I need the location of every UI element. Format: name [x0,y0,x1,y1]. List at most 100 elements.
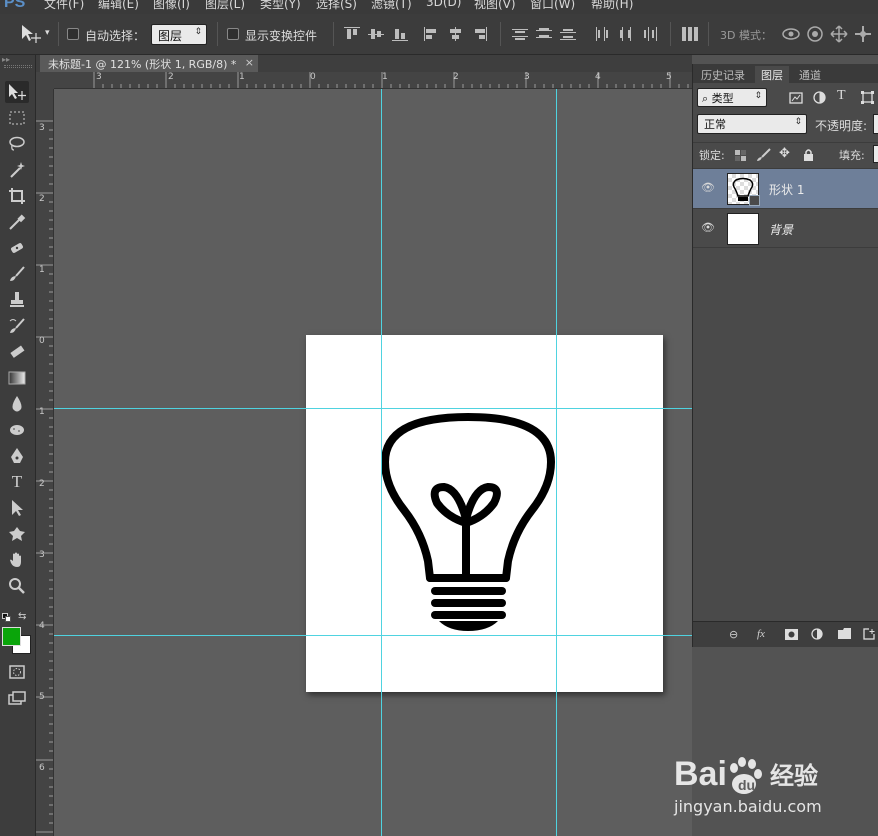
auto-select-checkbox[interactable] [67,28,79,40]
layer-row-shape[interactable]: 👁 形状 1 [693,168,878,208]
menu-window[interactable]: 窗口(W) [530,0,575,12]
new-layer-icon[interactable] [863,628,875,640]
menu-bar: PS 文件(F) 编辑(E) 图像(I) 图层(L) 类型(Y) 选择(S) 滤… [0,0,878,14]
lock-transparent-icon[interactable] [735,150,746,161]
menu-select[interactable]: 选择(S) [316,0,357,12]
distribute-hcenter-icon[interactable] [618,27,634,41]
lock-all-icon[interactable] [803,148,814,161]
lightbulb-shape[interactable] [306,335,663,692]
distribute-left-icon[interactable] [594,27,610,41]
link-layers-icon[interactable]: ⊖ [729,628,738,641]
menu-3d[interactable]: 3D(D) [426,0,461,9]
zoom-tool-button[interactable] [5,575,29,597]
clone-stamp-tool-button[interactable] [5,289,29,311]
document-canvas[interactable] [306,335,663,692]
ruler-corner[interactable] [36,72,54,89]
document-tab[interactable]: 未标题-1 @ 121% (形状 1, RGB/8) * × [40,55,258,72]
vertical-ruler[interactable]: 3 2 1 0 1 2 3 4 5 6 [36,89,54,836]
filter-type-icon[interactable]: T [837,88,846,104]
opacity-field[interactable] [873,114,878,134]
distribute-top-icon[interactable] [512,27,528,41]
align-vcenter-icon[interactable] [368,27,384,41]
menu-image[interactable]: 图像(I) [153,0,190,12]
menu-edit[interactable]: 编辑(E) [98,0,139,12]
crop-tool-button[interactable] [5,185,29,207]
distribute-bottom-icon[interactable] [560,27,576,41]
eraser-tool-button[interactable] [5,341,29,363]
align-top-icon[interactable] [344,27,360,41]
magic-wand-tool-button[interactable] [5,159,29,181]
align-bottom-icon[interactable] [392,27,408,41]
tool-preset-chevron-icon[interactable]: ▾ [45,28,50,38]
3d-roll-icon[interactable] [806,25,824,43]
gradient-tool-button[interactable] [5,367,29,389]
align-left-icon[interactable] [424,27,440,41]
swap-colors-icon[interactable]: ⇆ [18,611,26,622]
toolbox-grip[interactable] [4,65,32,68]
tab-channels[interactable]: 通道 [793,66,827,83]
menu-type[interactable]: 类型(Y) [260,0,301,12]
distribute-right-icon[interactable] [642,27,658,41]
layer-name[interactable]: 形状 1 [769,181,804,198]
horizontal-guide[interactable] [54,408,692,409]
pen-tool-button[interactable] [5,445,29,467]
blend-mode-dropdown[interactable]: 正常 ⇕ [697,114,807,134]
filter-adjustment-icon[interactable] [813,91,826,104]
menu-layer[interactable]: 图层(L) [205,0,245,12]
layer-filter-dropdown[interactable]: ⌕ 类型 ⇕ [697,88,767,107]
path-selection-tool-button[interactable] [5,497,29,519]
move-tool-icon[interactable] [20,24,42,44]
toolbox-collapse-icon[interactable]: ▸▸ [2,55,32,64]
auto-align-layers-icon[interactable] [682,27,698,41]
screen-mode-button[interactable] [5,687,29,709]
vertical-guide[interactable] [381,89,382,836]
vertical-guide[interactable] [556,89,557,836]
healing-brush-tool-button[interactable] [5,237,29,259]
menu-help[interactable]: 帮助(H) [591,0,633,12]
3d-pan-icon[interactable] [830,25,848,43]
auto-select-dropdown[interactable]: 图层 ⇕ [151,24,207,45]
fx-icon[interactable]: fx [757,628,765,640]
adjustment-layer-icon[interactable] [811,628,823,640]
default-colors-icon[interactable] [2,613,14,623]
foreground-color-swatch[interactable] [2,627,21,646]
lock-pixels-brush-icon[interactable] [755,148,771,162]
menu-file[interactable]: 文件(F) [44,0,84,12]
quick-mask-button[interactable] [5,661,29,683]
layer-row-background[interactable]: 👁 背景 [693,208,878,248]
type-tool-button[interactable]: T [5,471,29,493]
distribute-vcenter-icon[interactable] [536,27,552,41]
dodge-tool-button[interactable] [5,419,29,441]
3d-rotate-icon[interactable] [781,25,801,43]
folder-icon[interactable] [838,628,851,639]
tab-history[interactable]: 历史记录 [695,66,751,83]
3d-slide-icon[interactable] [854,25,872,43]
menu-filter[interactable]: 滤镜(T) [371,0,412,12]
move-tool-button[interactable] [5,81,29,103]
eyedropper-tool-button[interactable] [5,211,29,233]
layer-name[interactable]: 背景 [769,221,793,238]
eye-icon[interactable]: 👁 [701,181,715,195]
history-brush-tool-button[interactable] [5,315,29,337]
eye-icon[interactable]: 👁 [701,221,715,235]
hand-tool-button[interactable] [5,549,29,571]
horizontal-guide[interactable] [54,635,692,636]
marquee-tool-button[interactable] [5,107,29,129]
filter-shape-icon[interactable] [861,91,874,104]
menu-view[interactable]: 视图(V) [474,0,516,12]
canvas-area[interactable] [54,89,692,836]
lasso-tool-button[interactable] [5,133,29,155]
lock-position-icon[interactable]: ✥ [779,146,790,161]
tab-layers[interactable]: 图层 [755,66,789,83]
horizontal-ruler[interactable]: 3 2 1 0 1 2 3 4 5 [54,72,692,89]
align-right-icon[interactable] [472,27,488,41]
add-mask-icon[interactable] [785,629,798,640]
close-icon[interactable]: × [245,56,254,69]
align-hcenter-icon[interactable] [448,27,464,41]
filter-pixel-icon[interactable] [789,92,803,104]
show-transform-checkbox[interactable] [227,28,239,40]
brush-tool-button[interactable] [5,263,29,285]
fill-field[interactable] [873,145,878,163]
custom-shape-tool-button[interactable] [5,523,29,545]
blur-tool-button[interactable] [5,393,29,415]
